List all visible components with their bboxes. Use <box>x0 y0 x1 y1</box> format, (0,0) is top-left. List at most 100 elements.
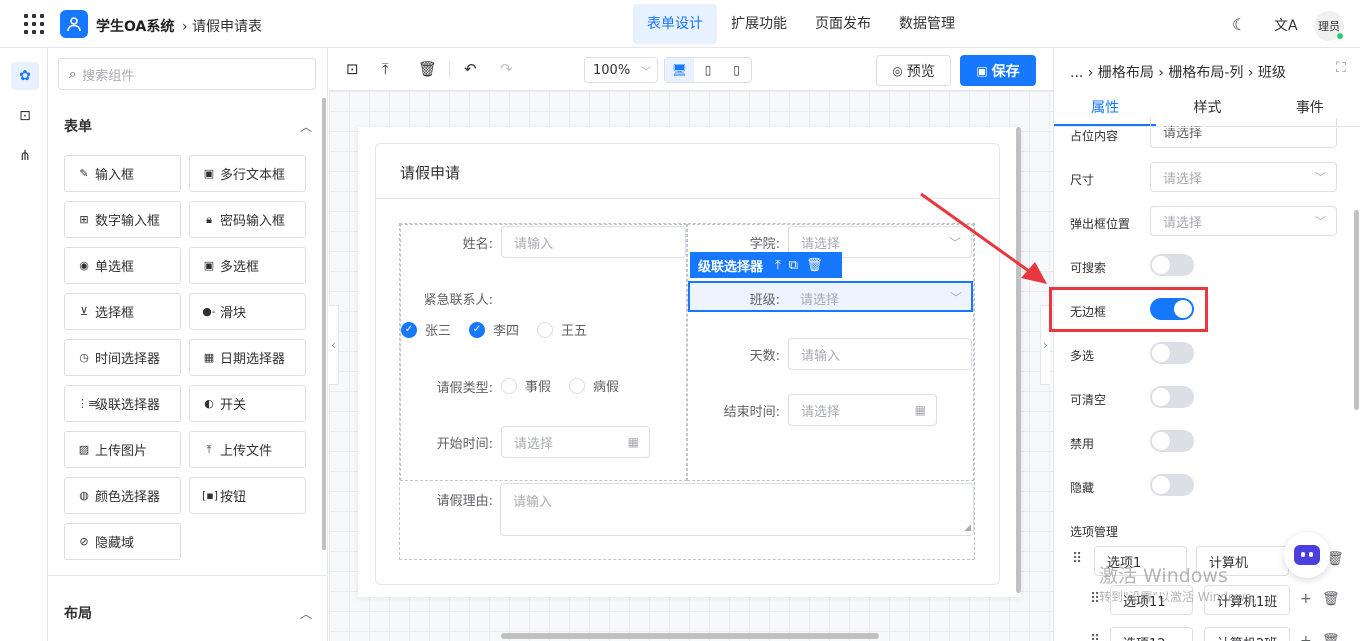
undo-icon[interactable]: ↶ <box>464 60 477 78</box>
comp-cascader[interactable]: ⋮≡ 级联选择器 <box>64 385 181 422</box>
comp-radio[interactable]: ◉ 单选框 <box>64 247 181 284</box>
contact-option-2[interactable]: ✓ 李四 <box>469 320 519 339</box>
toolbar-divider <box>449 62 450 78</box>
comp-checkbox[interactable]: ▣ 多选框 <box>189 247 306 284</box>
comp-date-picker[interactable]: ▦ 日期选择器 <box>189 339 306 376</box>
components-icon[interactable]: ✿ <box>11 62 39 90</box>
avatar[interactable]: 理员 <box>1314 11 1344 41</box>
app-grid-icon[interactable] <box>24 14 44 34</box>
clearable-switch[interactable] <box>1150 386 1194 408</box>
app-name: 学生OA系统 <box>96 19 175 35</box>
trash-icon[interactable]: 🗑︎ <box>1322 591 1340 607</box>
chevron-up-icon[interactable]: ︿ <box>300 605 312 622</box>
class-select[interactable]: 请选择 <box>800 289 839 308</box>
option-value-input[interactable]: 计算机2班 <box>1204 627 1290 641</box>
disabled-switch[interactable] <box>1150 430 1194 452</box>
days-input[interactable]: 请输入 <box>788 338 972 370</box>
contact-option-1[interactable]: ✓ 张三 <box>401 320 451 339</box>
translate-icon[interactable]: 文A <box>1274 15 1298 35</box>
placeholder-prop-label: 占位内容 <box>1070 129 1119 143</box>
search-input[interactable]: ⌕ 搜索组件 <box>58 58 316 90</box>
name-input[interactable]: 请输入 <box>501 226 686 258</box>
popup-position-select[interactable]: 请选择 ﹀ <box>1150 206 1337 236</box>
calendar-icon: ▦ <box>627 435 639 449</box>
college-label: 学院: <box>749 237 780 252</box>
start-time-picker[interactable]: 请选择 ▦ <box>501 426 650 458</box>
resize-handle-icon[interactable]: ◢ <box>964 523 971 533</box>
save-button[interactable]: ▣ 保存 <box>960 55 1036 86</box>
desktop-icon[interactable]: 🖥︎ <box>665 58 694 82</box>
nav-data-management[interactable]: 数据管理 <box>885 4 969 44</box>
nav-form-design[interactable]: 表单设计 <box>633 4 717 44</box>
textarea-icon: ▣ <box>203 167 215 180</box>
hidden-switch[interactable] <box>1150 474 1194 496</box>
comp-upload-image[interactable]: ▨ 上传图片 <box>64 431 181 468</box>
reason-textarea[interactable]: 请输入 ◢ <box>500 483 974 536</box>
comp-color-picker[interactable]: ◍ 颜色选择器 <box>64 477 181 514</box>
collapse-left-icon[interactable]: ‹ <box>329 305 339 385</box>
leave-type-option-1[interactable]: 事假 <box>501 376 551 395</box>
option-key-input[interactable]: 选项12 <box>1110 627 1193 641</box>
tab-properties[interactable]: 属性 <box>1054 91 1157 126</box>
mobile-icon[interactable]: ▯ <box>722 58 751 82</box>
dark-mode-icon[interactable]: ☾ <box>1232 15 1246 34</box>
assistant-bot-icon[interactable] <box>1284 532 1330 578</box>
comp-button[interactable]: [▪] 按钮 <box>189 477 306 514</box>
export-icon[interactable]: ⤒ <box>382 60 389 78</box>
leave-type-option-2[interactable]: 病假 <box>569 376 619 395</box>
nav-publish[interactable]: 页面发布 <box>801 4 885 44</box>
tree-icon[interactable]: ⋔ <box>11 142 39 170</box>
comp-upload-file[interactable]: ⤒ 上传文件 <box>189 431 306 468</box>
properties-scrollbar[interactable] <box>1354 210 1359 410</box>
highlight-box <box>1049 287 1208 332</box>
fullscreen-icon[interactable]: ⛶ <box>1336 60 1346 76</box>
days-label: 天数: <box>749 349 780 364</box>
nav-extensions[interactable]: 扩展功能 <box>717 4 801 44</box>
reason-label: 请假理由: <box>436 494 493 509</box>
trash-icon[interactable]: 🗑︎ <box>806 258 823 273</box>
drag-handle-icon[interactable]: ⠿ <box>1072 551 1082 567</box>
trash-icon[interactable]: 🗑︎ <box>418 60 437 78</box>
zoom-select[interactable]: 100% ﹀ <box>584 57 658 83</box>
breadcrumb: › 请假申请表 <box>182 19 263 35</box>
multiple-switch[interactable] <box>1150 342 1194 364</box>
size-prop-select[interactable]: 请选择 ﹀ <box>1150 162 1337 192</box>
comp-number[interactable]: ⊞ 数字输入框 <box>64 201 181 238</box>
checkbox-icon: ▣ <box>203 259 215 272</box>
code-view-icon[interactable]: ⊡ <box>346 60 359 78</box>
end-time-picker[interactable]: 请选择 ▦ <box>788 394 937 426</box>
comp-switch[interactable]: ◐ 开关 <box>189 385 306 422</box>
move-up-icon[interactable]: ⤒ <box>775 258 781 273</box>
clock-icon: ◷ <box>79 351 89 364</box>
code-icon[interactable]: ⊡ <box>11 102 39 130</box>
add-icon[interactable]: + <box>1300 591 1312 607</box>
form-title: 请假申请 <box>400 164 461 182</box>
tab-mask <box>1054 127 1360 128</box>
image-icon: ▨ <box>78 443 90 456</box>
comp-input[interactable]: ✎ 输入框 <box>64 155 181 192</box>
drag-handle-icon[interactable]: ⠿ <box>1090 633 1100 641</box>
redo-icon[interactable]: ↷ <box>500 60 513 78</box>
add-icon[interactable]: + <box>1300 633 1312 641</box>
left-panel-scrollbar[interactable] <box>322 98 326 550</box>
chevron-up-icon[interactable]: ︿ <box>300 118 312 135</box>
comp-select[interactable]: ⊻ 选择框 <box>64 293 181 330</box>
trash-icon[interactable]: 🗑︎ <box>1322 633 1340 641</box>
placeholder-prop-input[interactable]: 请选择 <box>1150 118 1337 148</box>
annotation-arrow-icon <box>920 192 1047 284</box>
device-switcher: 🖥︎ ▯ ▯ <box>664 57 752 83</box>
comp-slider[interactable]: ●- 滑块 <box>189 293 306 330</box>
searchable-switch[interactable] <box>1150 254 1194 276</box>
tablet-icon[interactable]: ▯ <box>694 58 723 82</box>
contact-option-3[interactable]: 王五 <box>537 320 587 339</box>
copy-icon[interactable]: ⧉ <box>789 258 798 273</box>
comp-password[interactable]: 🔒︎ 密码输入框 <box>189 201 306 238</box>
end-time-label: 结束时间: <box>723 405 780 420</box>
calendar-icon: ▦ <box>914 403 926 417</box>
comp-time-picker[interactable]: ◷ 时间选择器 <box>64 339 181 376</box>
canvas-toolbar: ⊡ ⤒ 🗑︎ ↶ ↷ 100% ﹀ 🖥︎ ▯ ▯ ◎ 预览 ▣ 保存 <box>329 48 1053 91</box>
comp-textarea[interactable]: ▣ 多行文本框 <box>189 155 306 192</box>
canvas-scrollbar-horizontal[interactable] <box>501 633 879 639</box>
preview-button[interactable]: ◎ 预览 <box>876 55 951 86</box>
comp-hidden[interactable]: ⊘ 隐藏域 <box>64 523 181 560</box>
